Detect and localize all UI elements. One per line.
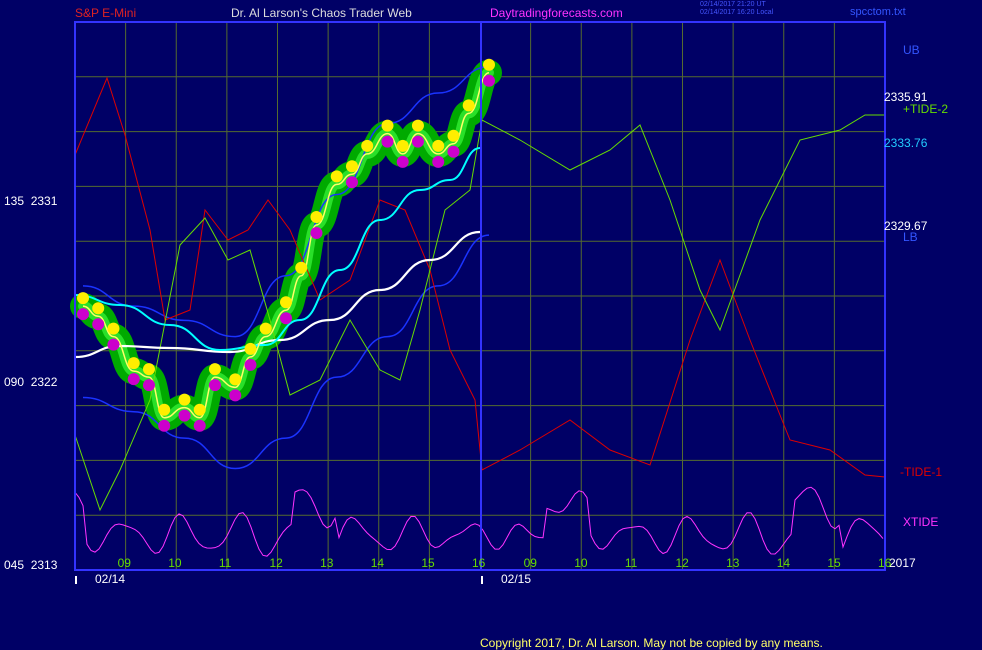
x-tick-label-day1: 10	[168, 556, 182, 570]
high-marker	[330, 170, 343, 183]
high-marker	[178, 393, 191, 406]
x-tick-label-day2: 11	[624, 556, 638, 570]
high-marker	[142, 363, 155, 376]
high-marker	[77, 292, 89, 305]
y-tick-2331: 135 2331	[4, 194, 58, 208]
x-tick-label-day1: 15	[421, 556, 435, 570]
year-label: 2017	[889, 556, 916, 570]
low-marker	[483, 74, 495, 87]
brand-title: Dr. Al Larson's Chaos Trader Web	[231, 6, 412, 20]
ub-label: UB	[903, 43, 920, 57]
low-marker	[77, 308, 89, 321]
low-marker	[107, 338, 120, 351]
low-marker	[142, 379, 155, 392]
xtide-label: XTIDE	[903, 515, 939, 529]
x-tick-label-day1: 09	[117, 556, 131, 570]
high-marker	[107, 322, 120, 335]
high-marker	[295, 261, 308, 274]
x-tick-label-day1: 14	[370, 556, 385, 570]
x-tick-label-day2: 14	[776, 556, 791, 570]
high-marker	[411, 119, 424, 132]
x-tick-label-day2: 12	[675, 556, 689, 570]
x-tick-mark	[481, 576, 483, 584]
x-tick-mark	[75, 576, 77, 584]
date-label-day1: 02/14	[95, 572, 126, 586]
x-tick-label-day1: 16	[472, 556, 486, 570]
x-tick-label-day2: 16	[878, 556, 892, 570]
lb-label: LB	[903, 230, 918, 244]
copyright-note: Copyright 2017, Dr. Al Larson. May not b…	[480, 636, 823, 650]
low-marker	[381, 135, 394, 148]
low-marker	[396, 155, 409, 168]
x-tick-label-day1: 11	[218, 556, 232, 570]
chart-canvas	[70, 21, 886, 571]
site-link[interactable]: Daytradingforecasts.com	[490, 6, 623, 20]
high-marker	[483, 58, 495, 71]
high-marker	[229, 373, 242, 386]
y-tick-2313: 045 2313	[4, 558, 58, 572]
low-marker	[92, 318, 105, 331]
x-tick-label-day2: 09	[523, 556, 537, 570]
high-marker	[92, 302, 105, 315]
date-label-day2: 02/15	[501, 572, 532, 586]
symbol-title: S&P E-Mini	[75, 6, 137, 20]
high-marker	[158, 403, 171, 416]
low-marker	[432, 155, 445, 168]
high-marker	[244, 342, 257, 355]
low-marker	[447, 145, 460, 158]
high-marker	[432, 139, 445, 152]
high-marker	[208, 363, 221, 376]
high-marker	[310, 210, 323, 223]
data-file-name: spcctom.txt	[850, 6, 906, 18]
high-marker	[127, 357, 140, 370]
high-marker	[259, 322, 272, 335]
high-marker	[396, 139, 409, 152]
x-tick-label-day2: 10	[574, 556, 588, 570]
low-marker	[127, 373, 140, 386]
tide1-label: -TIDE-1	[900, 465, 942, 479]
timestamp-local: 02/14/2017 16:20 Local	[700, 9, 774, 16]
x-tick-label-day2: 15	[827, 556, 841, 570]
high-marker	[280, 296, 292, 309]
low-marker	[208, 379, 221, 392]
timestamp-ut: 02/14/2017 21:20 UT	[700, 1, 766, 8]
low-marker	[310, 226, 323, 239]
lb-line	[82, 234, 490, 470]
low-marker	[411, 135, 424, 148]
low-marker	[280, 312, 292, 325]
low-marker	[229, 389, 242, 402]
high-marker	[361, 139, 374, 152]
x-tick-label-day1: 13	[320, 556, 334, 570]
high-marker	[193, 403, 206, 416]
xtide-line	[74, 486, 884, 557]
low-marker	[345, 176, 358, 189]
x-tick-label-day1: 12	[269, 556, 283, 570]
x-tick-label-day2: 13	[726, 556, 740, 570]
price-mid-label: 2333.76	[884, 136, 928, 150]
high-marker	[381, 119, 394, 132]
y-tick-2322: 090 2322	[4, 375, 58, 389]
high-marker	[345, 160, 358, 173]
low-marker	[193, 419, 206, 432]
low-marker	[158, 419, 171, 432]
low-marker	[244, 358, 257, 371]
high-marker	[447, 129, 460, 142]
low-marker	[178, 409, 191, 422]
tide2-label: +TIDE-2	[903, 102, 949, 116]
high-marker	[462, 99, 475, 112]
